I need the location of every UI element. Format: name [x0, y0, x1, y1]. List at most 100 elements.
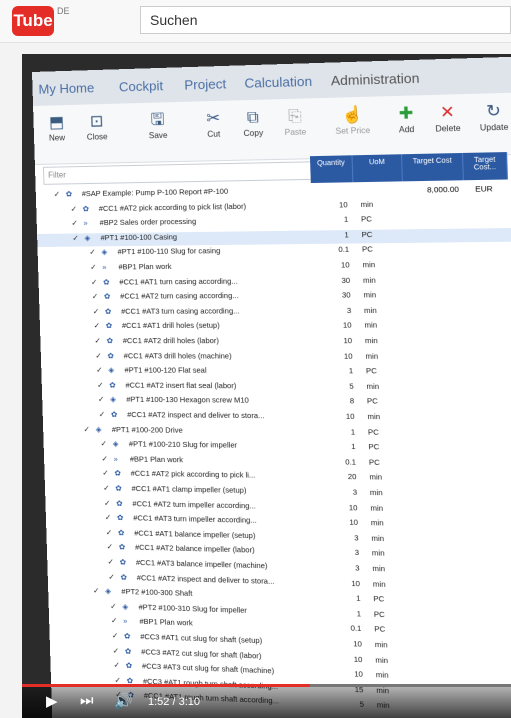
check-icon[interactable]: ✓ [94, 321, 102, 330]
node-type-icon: ✿ [103, 291, 111, 301]
check-icon[interactable]: ✓ [96, 366, 104, 375]
check-icon[interactable]: ✓ [106, 528, 114, 537]
copy-button[interactable]: ⧉ Copy [233, 108, 274, 139]
row-quantity: 30 [341, 275, 351, 285]
check-icon[interactable]: ✓ [93, 586, 101, 595]
tree-row[interactable]: ✓ ✿ #CC1 #AT2 turn casing according... 30 mi… [39, 289, 511, 305]
row-label: #CC1 #AT3 turn impeller according... [133, 513, 257, 526]
check-icon[interactable]: ✓ [99, 410, 107, 419]
row-label: #CC1 #AT3 balance impeller (machine) [135, 557, 268, 571]
check-icon[interactable]: ✓ [103, 483, 111, 492]
check-icon[interactable]: ✓ [105, 513, 113, 522]
row-quantity: 10 [353, 638, 363, 649]
check-icon[interactable]: ✓ [100, 439, 108, 448]
check-icon[interactable]: ✓ [97, 380, 105, 389]
check-icon[interactable]: ✓ [89, 248, 97, 257]
tab-calculation[interactable]: Calculation [244, 73, 312, 90]
check-icon[interactable]: ✓ [107, 542, 115, 551]
refresh-icon: ↻ [485, 102, 502, 121]
play-icon[interactable]: ▶ [46, 692, 58, 710]
node-type-icon: » [102, 262, 107, 272]
check-icon[interactable]: ✓ [98, 395, 106, 404]
node-type-icon: ◈ [112, 439, 119, 449]
check-icon[interactable]: ✓ [92, 292, 100, 301]
row-quantity: 1 [350, 426, 356, 437]
search-input[interactable]: Suchen [140, 6, 511, 34]
check-icon[interactable]: ✓ [102, 469, 110, 478]
tree-row[interactable]: ✓ ✿ #CC1 #AT2 insert flat seal (labor) 5 min [42, 380, 511, 396]
tree-row[interactable]: ✓ » #BP1 Plan work 10 min [38, 258, 511, 276]
check-icon[interactable]: ✓ [95, 351, 103, 360]
row-label: #CC1 #AT2 balance impeller (labor) [134, 543, 255, 556]
node-type-icon: ◈ [84, 233, 91, 243]
check-icon[interactable]: ✓ [54, 190, 62, 199]
check-icon[interactable]: ✓ [107, 557, 115, 566]
row-uom: min [363, 290, 377, 300]
check-icon[interactable]: ✓ [91, 277, 99, 286]
row-label: #PT1 #100-200 Drive [111, 424, 183, 435]
tab-my-home[interactable]: My Home [38, 80, 94, 97]
row-label: #CC3 #AT1 cut slug for shaft (setup) [140, 631, 263, 646]
youtube-logo[interactable]: Tube [12, 6, 54, 36]
check-icon[interactable]: ✓ [71, 219, 79, 228]
row-uom: min [374, 639, 388, 650]
node-type-icon: ✿ [106, 336, 113, 346]
col-quantity[interactable]: Quantity [309, 155, 354, 184]
check-icon[interactable]: ✓ [104, 498, 112, 507]
cut-button[interactable]: ✂ Cut [193, 109, 233, 140]
check-icon[interactable]: ✓ [94, 336, 102, 345]
tab-administration[interactable]: Administration [331, 70, 420, 88]
tree-row[interactable]: ✓ ✿ #CC1 #AT3 turn casing according... 3 min [39, 305, 511, 320]
tree-row[interactable]: ✓ ✿ #CC1 #AT1 drill holes (setup) 10 min [40, 320, 511, 334]
row-uom: min [369, 487, 383, 498]
tree-row[interactable]: ✓ ◈ #PT1 #100-120 Flat seal 1 PC [41, 365, 511, 380]
check-icon[interactable]: ✓ [83, 424, 91, 433]
row-label: #CC1 #AT2 inspect and deliver to stora..… [136, 572, 275, 586]
node-type-icon: ✿ [107, 350, 114, 360]
row-uom: PC [373, 594, 385, 604]
set-price-button[interactable]: ☝ Set Price [332, 105, 374, 136]
col-uom[interactable]: UoM [352, 154, 403, 183]
add-button[interactable]: ✚ Add [385, 103, 427, 135]
row-quantity: 10 [354, 669, 364, 680]
new-button[interactable]: ⬒ New [37, 113, 76, 143]
tree-row[interactable]: ✓ ✿ #CC1 #AT1 turn casing according... 30 mi… [38, 274, 511, 291]
check-icon[interactable]: ✓ [72, 233, 80, 242]
check-icon[interactable]: ✓ [113, 646, 121, 655]
filter-input[interactable]: Filter [42, 161, 327, 185]
check-icon[interactable]: ✓ [93, 307, 101, 316]
row-uom: min [362, 259, 376, 270]
node-type-icon: ✿ [117, 527, 125, 538]
row-uom: min [365, 351, 379, 361]
check-icon[interactable]: ✓ [70, 204, 78, 213]
row-quantity: 1 [355, 593, 361, 604]
tab-project[interactable]: Project [184, 76, 226, 93]
check-icon[interactable]: ✓ [108, 572, 116, 581]
check-icon[interactable]: ✓ [101, 454, 109, 463]
update-button[interactable]: ↻ Update [472, 101, 511, 133]
youtube-header: Tube DE Suchen [0, 0, 511, 43]
save-button[interactable]: 🖫 Save [138, 110, 178, 141]
close-button[interactable]: ⊡ Close [77, 112, 116, 142]
tree-row[interactable]: ✓ ✿ #CC1 #AT3 drill holes (machine) 10 min [41, 351, 511, 365]
paste-button[interactable]: ⎘ Paste [275, 106, 316, 137]
check-icon[interactable]: ✓ [112, 631, 120, 640]
tree-row[interactable]: ✓ ✿ #CC1 #AT2 drill holes (labor) 10 min [40, 336, 511, 350]
col-target-cost[interactable]: Target Cost [402, 152, 464, 182]
next-icon[interactable]: ⏭ [80, 692, 94, 709]
x-icon: ✕ [439, 103, 456, 122]
row-quantity: 1 [351, 441, 356, 452]
video-player[interactable]: My Home Cockpit Project Calculation Admi… [22, 54, 511, 718]
row-label: #CC1 #AT2 pick according to pick li... [130, 469, 256, 481]
paste-icon: ⎘ [287, 107, 302, 126]
check-icon[interactable]: ✓ [111, 616, 119, 625]
delete-button[interactable]: ✕ Delete [426, 102, 469, 134]
row-label: #CC1 #AT2 drill holes (labor) [122, 335, 220, 346]
check-icon[interactable]: ✓ [110, 601, 118, 610]
volume-icon[interactable]: 🔊 [114, 692, 133, 710]
check-icon[interactable]: ✓ [113, 660, 121, 669]
check-icon[interactable]: ✓ [90, 262, 98, 271]
node-type-icon: ✿ [105, 321, 113, 331]
col-target-cost-2[interactable]: Target Cost... [463, 152, 509, 181]
tab-cockpit[interactable]: Cockpit [119, 78, 164, 94]
